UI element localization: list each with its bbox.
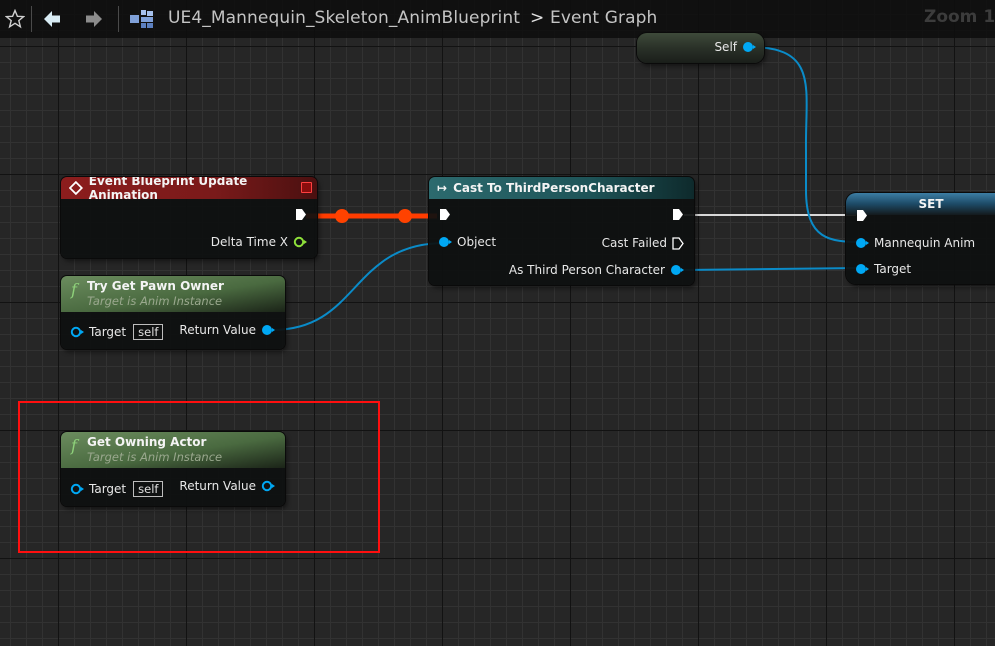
set-variable-node[interactable]: SET Mannequin Anim Target xyxy=(846,193,995,284)
graph-toolbar: UE4_Mannequin_Skeleton_AnimBlueprint > E… xyxy=(0,0,995,38)
exec-pin-connected-icon[interactable] xyxy=(672,208,684,221)
object-pin-connected-icon[interactable] xyxy=(438,236,452,248)
cast-failed-pin-row: Cast Failed xyxy=(597,236,684,250)
breadcrumb-graph[interactable]: Event Graph xyxy=(550,8,657,28)
breadcrumb-separator-icon: > xyxy=(530,8,545,28)
object-pin-icon[interactable] xyxy=(70,326,84,338)
object-pin-connected-icon[interactable] xyxy=(855,263,869,275)
mannequin-anim-pin-row: Mannequin Anim xyxy=(855,236,980,250)
exec-out-pin-row xyxy=(295,208,307,221)
as-third-person-pin-row: As Third Person Character xyxy=(504,263,684,277)
object-pin-connected-icon[interactable] xyxy=(855,237,869,249)
cast-arrow-icon: ↦ xyxy=(437,181,448,195)
event-update-animation-node[interactable]: Event Blueprint Update Animation Delta T… xyxy=(61,177,317,258)
pin-label: Return Value xyxy=(179,323,256,337)
node-header: SET xyxy=(846,193,995,215)
event-diamond-icon xyxy=(69,181,83,195)
try-get-pawn-owner-node[interactable]: f Try Get Pawn Owner Target is Anim Inst… xyxy=(61,276,285,349)
highlight-annotation-box xyxy=(18,401,380,553)
toolbar-divider xyxy=(118,6,119,32)
arrow-left-icon[interactable] xyxy=(42,9,62,29)
event-delegate-icon[interactable] xyxy=(301,182,312,193)
node-title: Try Get Pawn Owner xyxy=(87,279,224,293)
node-title: Event Blueprint Update Animation xyxy=(88,177,248,202)
toolbar-divider xyxy=(31,6,32,32)
exec-out-pin-row xyxy=(672,208,684,221)
breadcrumb-asset[interactable]: UE4_Mannequin_Skeleton_AnimBlueprint xyxy=(168,8,520,28)
self-output-pin-row: Self xyxy=(709,40,756,54)
pin-label: Target xyxy=(874,262,912,276)
function-icon: f xyxy=(71,280,77,299)
node-subtitle: Target is Anim Instance xyxy=(87,294,223,308)
object-pin-row: Object xyxy=(438,235,501,249)
blueprint-graph-icon xyxy=(130,9,154,29)
arrow-right-icon[interactable] xyxy=(84,9,104,29)
node-header: Event Blueprint Update Animation xyxy=(61,177,317,202)
target-pin-row: Target xyxy=(855,262,916,276)
node-header: f Try Get Pawn Owner Target is Anim Inst… xyxy=(61,276,285,312)
star-outline-icon[interactable] xyxy=(4,8,26,30)
target-pin-row: Target self xyxy=(70,324,164,340)
exec-pin-connected-icon[interactable] xyxy=(439,208,451,221)
zoom-level: Zoom 1:1 xyxy=(924,7,995,27)
node-title: Cast To ThirdPersonCharacter xyxy=(453,181,655,195)
float-pin-icon[interactable] xyxy=(293,236,307,248)
cast-to-third-person-character-node[interactable]: ↦ Cast To ThirdPersonCharacter Object Ca… xyxy=(429,177,694,285)
self-label: Self xyxy=(714,40,737,54)
exec-pin-connected-icon[interactable] xyxy=(295,208,307,221)
node-title: SET xyxy=(918,197,944,211)
self-default-value: self xyxy=(133,324,164,340)
object-pin-connected-icon[interactable] xyxy=(261,324,275,336)
delta-time-pin-row: Delta Time X xyxy=(206,235,307,249)
pin-label: Object xyxy=(457,235,497,249)
pin-label: Mannequin Anim xyxy=(874,236,976,250)
pin-label: Delta Time X xyxy=(210,235,288,249)
exec-pin-icon[interactable] xyxy=(672,236,684,250)
node-header: ↦ Cast To ThirdPersonCharacter xyxy=(429,177,694,199)
return-value-pin-row: Return Value xyxy=(174,323,275,337)
exec-in-pin-row xyxy=(439,208,451,221)
self-node[interactable]: Self xyxy=(637,33,764,63)
exec-pin-connected-icon[interactable] xyxy=(856,209,868,222)
pin-label: Cast Failed xyxy=(601,236,667,250)
object-pin-connected-icon[interactable] xyxy=(742,41,756,53)
exec-in-pin-row xyxy=(856,209,868,222)
object-pin-connected-icon[interactable] xyxy=(670,264,684,276)
pin-label: As Third Person Character xyxy=(508,263,665,277)
pin-label: Target xyxy=(89,325,127,339)
